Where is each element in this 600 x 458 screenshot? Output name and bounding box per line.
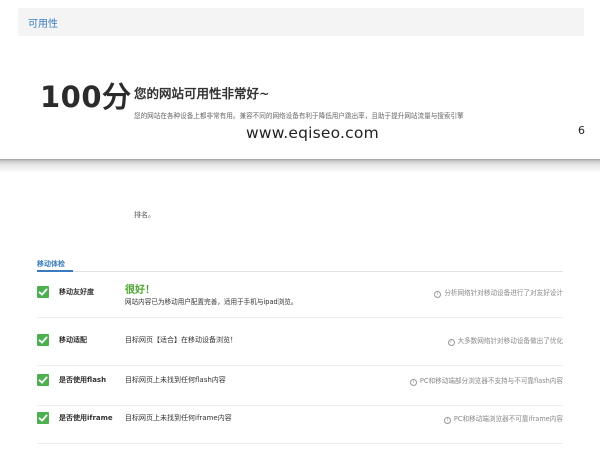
row-result: 目标网页上未找到任何iframe内容 (125, 414, 232, 422)
info-icon: i (447, 339, 455, 346)
section-header-usability: 可用性 (18, 8, 584, 36)
mobile-check-row-friendliness: 移动友好度 很好！ 网站内容已为移动用户配置完善，适用于手机与ipad浏览。 i… (37, 285, 563, 332)
row-result: 网站内容已为移动用户配置完善，适用于手机与ipad浏览。 (125, 298, 298, 306)
checkmark-icon (37, 412, 49, 424)
checkmark-icon (37, 286, 49, 298)
usability-description: 您的网站在各种设备上都非常有用。兼容不同的网络设备有利于降低用户跳出率，且助于提… (134, 112, 464, 120)
usability-headline: 您的网站可用性非常好~ (134, 86, 270, 101)
checkmark-icon (37, 334, 49, 346)
row-tip: i 大多数网络针对移动设备做出了优化 (447, 335, 564, 346)
row-divider (37, 443, 563, 444)
tab-active-underline (37, 270, 73, 272)
row-tip-text: 分析网络针对移动设备进行了对友好设计 (444, 289, 563, 297)
row-tip-text: 大多数网络针对移动设备做出了优化 (457, 337, 564, 345)
info-icon: i (409, 379, 417, 386)
row-name: 是否使用iframe (59, 414, 113, 422)
row-tip: i PC和移动端浏览器不可靠iframe内容 (443, 413, 563, 424)
rank-text: 排名。 (134, 211, 155, 219)
row-tip-text: PC和移动端部分浏览器不支持与不可靠flash内容 (419, 377, 563, 385)
info-icon: i (434, 291, 442, 298)
row-tip: i 分析网络针对移动设备进行了对友好设计 (434, 287, 563, 298)
row-status: 很好！ (125, 285, 155, 296)
info-icon: i (443, 417, 451, 424)
row-tip: i PC和移动端部分浏览器不支持与不可靠flash内容 (409, 375, 563, 386)
usability-score: 100分 (40, 80, 132, 114)
page-break-shadow (0, 159, 600, 172)
row-divider (37, 365, 563, 366)
row-name: 移动适配 (59, 336, 87, 344)
row-divider (37, 317, 563, 318)
tab-mobile-check[interactable]: 移动体检 (37, 259, 65, 269)
section-title: 可用性 (28, 19, 58, 30)
row-result: 目标网页【适合】在移动设备浏览！ (125, 336, 237, 344)
mobile-tab-rule (37, 271, 563, 272)
checkmark-icon (37, 374, 49, 386)
row-name: 移动友好度 (59, 288, 94, 296)
mobile-check-row-iframe: 是否使用iframe 目标网页上未找到任何iframe内容 i PC和移动端浏览器… (37, 412, 563, 458)
row-divider (37, 405, 563, 406)
row-result: 目标网页上未找到任何flash内容 (125, 376, 226, 384)
row-tip-text: PC和移动端浏览器不可靠iframe内容 (453, 415, 563, 423)
page-number: 6 (578, 124, 585, 137)
row-name: 是否使用flash (59, 376, 107, 384)
watermark-text: www.eqiseo.com (246, 124, 379, 142)
